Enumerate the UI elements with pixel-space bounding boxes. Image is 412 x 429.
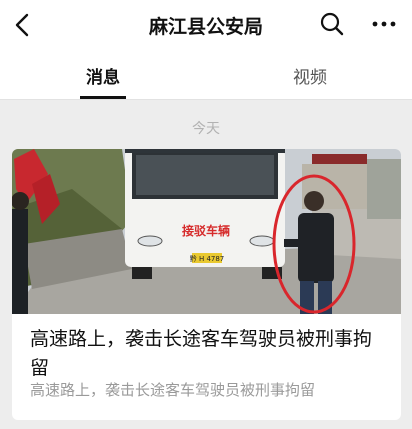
page-title: 麻江县公安局 — [148, 16, 263, 38]
top-bar: 麻江县公安局 — [0, 0, 412, 50]
date-label: 今天 — [192, 121, 220, 137]
tab-videos[interactable]: 视频 — [270, 63, 350, 88]
more-dots-icon — [372, 21, 396, 27]
search-button[interactable] — [317, 9, 347, 39]
more-options-button[interactable] — [368, 9, 400, 39]
license-plate-text: 黔 H 4787 — [190, 254, 225, 263]
bus-sign-text: 接驳车辆 — [182, 223, 230, 238]
article-summary: 高速路上，袭击长途客车驾驶员被刑事拘留 — [30, 381, 316, 399]
tab-divider — [0, 99, 412, 100]
article-title[interactable]: 高速路上，袭击长途客车驾驶员被刑事拘留 — [30, 325, 385, 383]
tab-bar: 消息 视频 — [0, 50, 412, 100]
article-card[interactable]: 接驳车辆 黔 H 4787 高速路上，袭击长途客车驾驶员被刑事拘留 高速路上，袭… — [12, 149, 401, 420]
search-icon — [320, 12, 344, 36]
article-cover-image[interactable]: 接驳车辆 黔 H 4787 — [12, 149, 401, 314]
tab-messages[interactable]: 消息 — [63, 63, 143, 88]
